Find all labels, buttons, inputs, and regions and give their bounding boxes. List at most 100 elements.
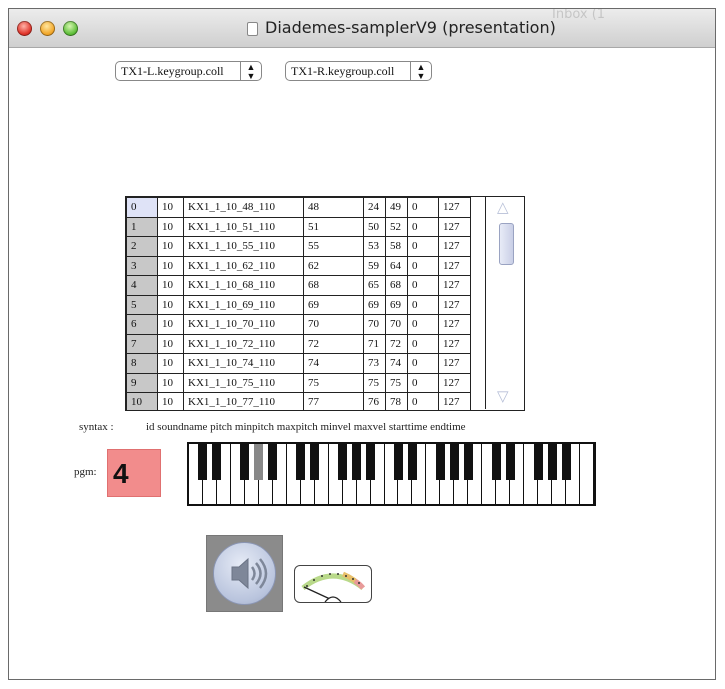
black-key[interactable] [366, 444, 376, 480]
keygroup-table[interactable]: 0 10 KX1_1_10_48_110 48 24 49 0 127 1 10 KX1_1_10_… [125, 196, 525, 411]
table-cell[interactable]: 75 [363, 372, 386, 393]
table-cell[interactable]: 59 [363, 255, 386, 276]
table-cell[interactable]: 127 [438, 275, 471, 296]
table-cell[interactable]: 74 [303, 353, 364, 374]
row-index-cell[interactable]: 0 [126, 197, 158, 218]
gain-meter[interactable] [294, 565, 372, 603]
table-cell[interactable]: KX1_1_10_62_110 [183, 255, 304, 276]
table-cell[interactable]: 49 [385, 197, 408, 218]
table-cell[interactable]: 10 [157, 314, 184, 335]
table-row[interactable]: 3 10 KX1_1_10_62_110 62 59 64 0 127 [126, 255, 471, 276]
table-cell[interactable]: 127 [438, 197, 471, 218]
table-cell[interactable]: 70 [303, 314, 364, 335]
table-cell[interactable]: 68 [385, 275, 408, 296]
table-cell[interactable]: 64 [385, 255, 408, 276]
black-key[interactable] [254, 444, 264, 480]
piano-keyboard[interactable] [187, 442, 596, 506]
table-cell[interactable]: 53 [363, 236, 386, 257]
table-row[interactable]: 1 10 KX1_1_10_51_110 51 50 52 0 127 [126, 216, 471, 237]
table-cell[interactable]: 127 [438, 236, 471, 257]
table-cell[interactable]: 0 [407, 333, 439, 354]
minimize-button[interactable] [40, 21, 55, 36]
close-button[interactable] [17, 21, 32, 36]
row-index-cell[interactable]: 7 [126, 333, 158, 354]
scroll-up-icon[interactable]: △ [497, 201, 509, 216]
table-cell[interactable]: 55 [303, 236, 364, 257]
table-cell[interactable]: 0 [407, 294, 439, 315]
black-key[interactable] [338, 444, 348, 480]
table-cell[interactable]: 65 [363, 275, 386, 296]
table-cell[interactable]: 51 [303, 216, 364, 237]
table-cell[interactable]: 76 [363, 392, 386, 410]
table-cell[interactable]: 70 [363, 314, 386, 335]
table-cell[interactable]: KX1_1_10_77_110 [183, 392, 304, 410]
black-key[interactable] [463, 444, 473, 480]
table-cell[interactable]: 68 [303, 275, 364, 296]
black-key[interactable] [268, 444, 278, 480]
table-cell[interactable]: 72 [303, 333, 364, 354]
table-row[interactable]: 8 10 KX1_1_10_74_110 74 73 74 0 127 [126, 353, 471, 374]
table-cell[interactable]: 0 [407, 353, 439, 374]
row-index-cell[interactable]: 4 [126, 275, 158, 296]
table-row[interactable]: 5 10 KX1_1_10_69_110 69 69 69 0 127 [126, 294, 471, 315]
right-coll-menu[interactable]: TX1-R.keygroup.coll ▲ ▼ [285, 61, 432, 81]
table-cell[interactable]: KX1_1_10_70_110 [183, 314, 304, 335]
table-cell[interactable]: KX1_1_10_55_110 [183, 236, 304, 257]
black-key[interactable] [198, 444, 208, 480]
black-key[interactable] [240, 444, 250, 480]
table-cell[interactable]: KX1_1_10_74_110 [183, 353, 304, 374]
table-cell[interactable]: 127 [438, 314, 471, 335]
row-index-cell[interactable]: 8 [126, 353, 158, 374]
table-cell[interactable]: 0 [407, 255, 439, 276]
white-key[interactable] [580, 444, 594, 504]
table-cell[interactable]: 10 [157, 294, 184, 315]
table-cell[interactable]: 0 [407, 236, 439, 257]
black-key[interactable] [310, 444, 320, 480]
table-cell[interactable]: 10 [157, 392, 184, 410]
table-cell[interactable]: 58 [385, 236, 408, 257]
table-row[interactable]: 10 10 KX1_1_10_77_110 77 76 78 0 127 [126, 392, 471, 410]
table-cell[interactable]: 10 [157, 353, 184, 374]
table-cell[interactable]: 127 [438, 392, 471, 410]
table-cell[interactable]: KX1_1_10_68_110 [183, 275, 304, 296]
table-cell[interactable]: KX1_1_10_51_110 [183, 216, 304, 237]
table-cell[interactable]: KX1_1_10_72_110 [183, 333, 304, 354]
row-index-cell[interactable]: 3 [126, 255, 158, 276]
scroll-thumb[interactable] [499, 223, 514, 265]
table-cell[interactable]: 52 [385, 216, 408, 237]
table-cell[interactable]: 70 [385, 314, 408, 335]
table-row[interactable]: 6 10 KX1_1_10_70_110 70 70 70 0 127 [126, 314, 471, 335]
table-cell[interactable]: 78 [385, 392, 408, 410]
row-index-cell[interactable]: 2 [126, 236, 158, 257]
row-index-cell[interactable]: 1 [126, 216, 158, 237]
table-row[interactable]: 2 10 KX1_1_10_55_110 55 53 58 0 127 [126, 236, 471, 257]
table-cell[interactable]: 0 [407, 392, 439, 410]
table-cell[interactable]: 0 [407, 197, 439, 218]
black-key[interactable] [491, 444, 501, 480]
table-cell[interactable]: 127 [438, 353, 471, 374]
table-cell[interactable]: 10 [157, 275, 184, 296]
black-key[interactable] [561, 444, 571, 480]
table-cell[interactable]: 69 [385, 294, 408, 315]
table-cell[interactable]: 71 [363, 333, 386, 354]
table-cell[interactable]: 10 [157, 216, 184, 237]
table-cell[interactable]: 69 [363, 294, 386, 315]
table-cell[interactable]: 10 [157, 236, 184, 257]
black-key[interactable] [435, 444, 445, 480]
black-key[interactable] [296, 444, 306, 480]
pgm-number-box[interactable]: 4 [107, 449, 161, 497]
zoom-button[interactable] [63, 21, 78, 36]
table-cell[interactable]: KX1_1_10_69_110 [183, 294, 304, 315]
table-cell[interactable]: 10 [157, 197, 184, 218]
row-index-cell[interactable]: 6 [126, 314, 158, 335]
table-row[interactable]: 7 10 KX1_1_10_72_110 72 71 72 0 127 [126, 333, 471, 354]
row-index-cell[interactable]: 5 [126, 294, 158, 315]
black-key[interactable] [393, 444, 403, 480]
table-cell[interactable]: 0 [407, 216, 439, 237]
audio-toggle-button[interactable] [206, 535, 283, 612]
black-key[interactable] [547, 444, 557, 480]
table-row[interactable]: 0 10 KX1_1_10_48_110 48 24 49 0 127 [126, 197, 471, 218]
table-cell[interactable]: 69 [303, 294, 364, 315]
table-cell[interactable]: 77 [303, 392, 364, 410]
table-cell[interactable]: 10 [157, 255, 184, 276]
